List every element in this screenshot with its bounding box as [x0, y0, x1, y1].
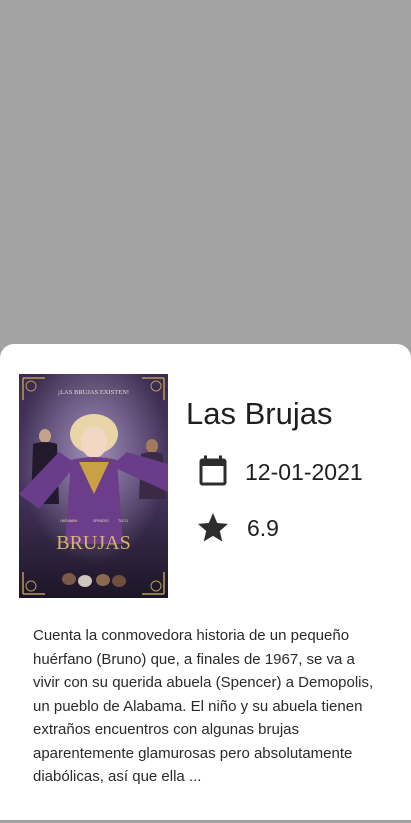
rating-row: 6.9 [195, 510, 279, 546]
movie-detail-bottom-sheet: ¡LAS BRUJAS EXISTEN! HATHAWAY SPENCER TU… [0, 344, 411, 820]
poster-credit-3: TUCCI [118, 519, 128, 523]
poster-credit-2: SPENCER [93, 519, 109, 523]
release-date-row: 12-01-2021 [195, 454, 363, 490]
release-date-value: 12-01-2021 [245, 458, 363, 485]
poster-tagline: ¡LAS BRUJAS EXISTEN! [58, 389, 129, 396]
poster-credit-1: HATHAWAY [60, 519, 78, 523]
movie-poster: ¡LAS BRUJAS EXISTEN! HATHAWAY SPENCER TU… [19, 374, 168, 598]
movie-overview: Cuenta la conmovedora historia de un peq… [33, 627, 374, 785]
rating-value: 6.9 [247, 514, 279, 541]
calendar-icon [195, 454, 231, 490]
poster-title-art: BRUJAS [56, 532, 130, 554]
star-icon [195, 510, 231, 546]
bottom-divider [0, 820, 411, 821]
movie-title: Las Brujas [186, 396, 333, 431]
background-scrim[interactable] [0, 0, 411, 345]
